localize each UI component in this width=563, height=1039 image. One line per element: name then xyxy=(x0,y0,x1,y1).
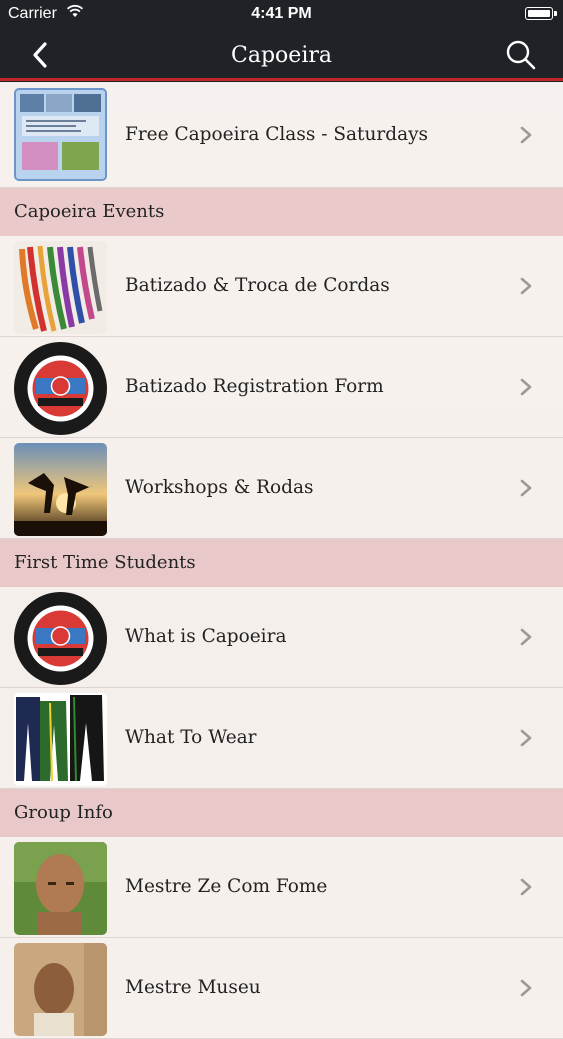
section-header-first-time: First Time Students xyxy=(0,539,563,587)
battery-icon xyxy=(525,7,557,20)
chevron-right-icon xyxy=(520,979,532,997)
cords-thumbnail xyxy=(14,241,107,334)
list-item-label: Batizado Registration Form xyxy=(125,376,384,397)
list-item-batizado-registration[interactable]: Batizado Registration Form xyxy=(0,337,563,438)
chevron-right-icon xyxy=(520,729,532,747)
list-item-workshops[interactable]: Workshops & Rodas xyxy=(0,438,563,539)
pants-thumbnail xyxy=(14,693,107,786)
chevron-right-icon xyxy=(520,479,532,497)
list-item-label: Mestre Museu xyxy=(125,977,261,998)
chevron-right-icon xyxy=(520,878,532,896)
status-bar: Carrier 4:41 PM xyxy=(0,0,563,30)
group-logo-thumbnail xyxy=(14,342,107,435)
sunset-kick-thumbnail xyxy=(14,443,107,536)
portrait-thumbnail xyxy=(14,943,107,1036)
group-logo-thumbnail xyxy=(14,592,107,685)
list-item-label: What To Wear xyxy=(125,727,257,748)
section-header-events: Capoeira Events xyxy=(0,188,563,236)
section-header-group-info: Group Info xyxy=(0,789,563,837)
accent-divider xyxy=(0,78,563,81)
list-item-mestre-museu[interactable]: Mestre Museu xyxy=(0,938,563,1039)
search-icon xyxy=(506,40,536,70)
list-item-label: Free Capoeira Class - Saturdays xyxy=(125,124,429,145)
list-item-what-is-capoeira[interactable]: What is Capoeira xyxy=(0,587,563,688)
list-item-label: Batizado & Troca de Cordas xyxy=(125,275,390,296)
list-item-label: Mestre Ze Com Fome xyxy=(125,876,328,897)
list-item-free-class[interactable]: Free Capoeira Class - Saturdays xyxy=(0,83,563,188)
portrait-thumbnail xyxy=(14,842,107,935)
chevron-right-icon xyxy=(520,628,532,646)
content-list: Free Capoeira Class - Saturdays Capoeira… xyxy=(0,83,563,1039)
page-title: Capoeira xyxy=(231,43,332,68)
chevron-right-icon xyxy=(520,126,532,144)
list-item-mestre-ze[interactable]: Mestre Ze Com Fome xyxy=(0,837,563,938)
search-button[interactable] xyxy=(505,39,537,71)
list-item-batizado-troca[interactable]: Batizado & Troca de Cordas xyxy=(0,236,563,337)
chevron-right-icon xyxy=(520,277,532,295)
nav-bar: Capoeira xyxy=(0,30,563,82)
list-item-label: What is Capoeira xyxy=(125,626,287,647)
flyer-thumbnail xyxy=(14,88,107,181)
status-time: 4:41 PM xyxy=(251,5,312,22)
chevron-right-icon xyxy=(520,378,532,396)
list-item-what-to-wear[interactable]: What To Wear xyxy=(0,688,563,789)
list-item-label: Workshops & Rodas xyxy=(125,477,314,498)
